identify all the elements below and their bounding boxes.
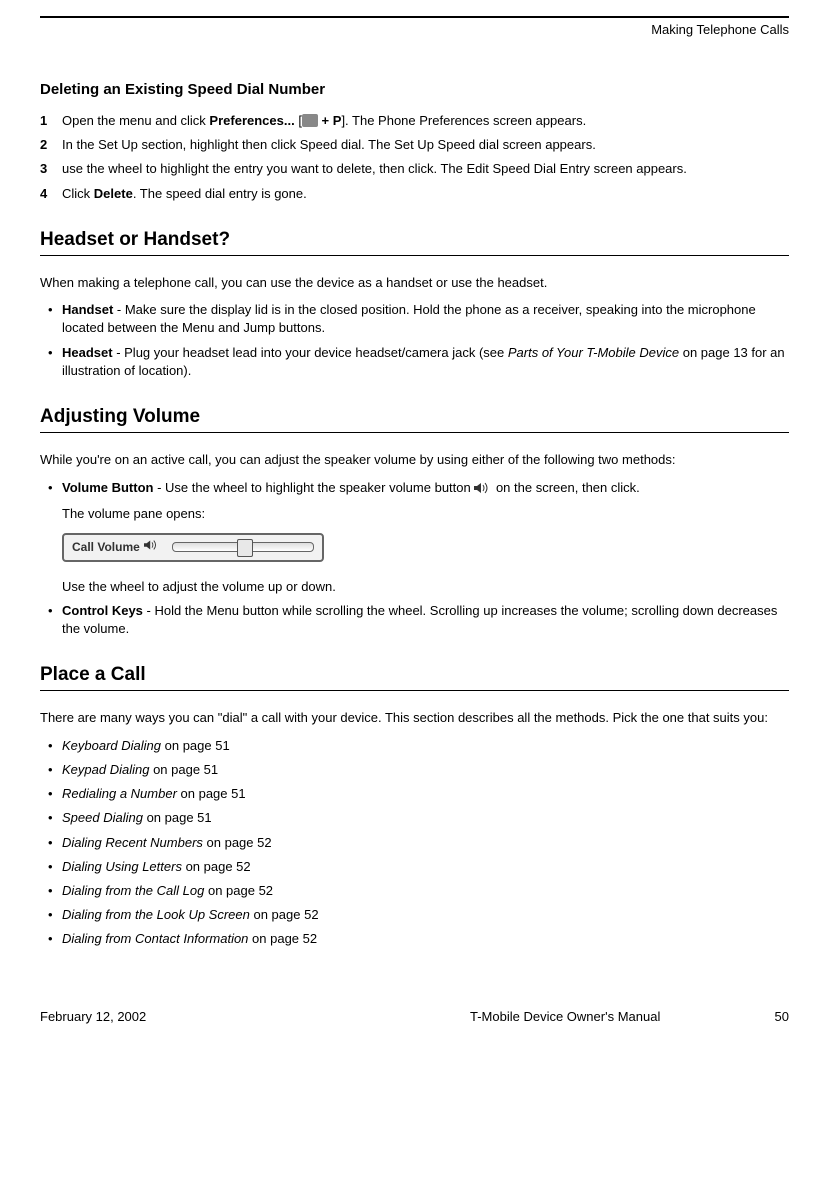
- text: on page 51: [143, 810, 212, 825]
- call-volume-widget: Call Volume: [62, 533, 324, 562]
- heading-place-call: Place a Call: [40, 664, 789, 686]
- step-1: 1 Open the menu and click Preferences...…: [40, 112, 789, 130]
- menu-icon: [302, 114, 318, 127]
- chapter-header: Making Telephone Calls: [40, 22, 789, 37]
- list-item: Headset - Plug your headset lead into yo…: [62, 344, 789, 380]
- heading-delete-speed-dial: Deleting an Existing Speed Dial Number: [40, 81, 789, 98]
- text: on page 52: [250, 907, 319, 922]
- footer-date: February 12, 2002: [40, 1009, 146, 1024]
- list-item: Handset - Make sure the display lid is i…: [62, 301, 789, 337]
- cross-ref: Dialing Using Letters: [62, 859, 182, 874]
- text: Open the menu and click: [62, 113, 209, 128]
- cross-ref: Dialing from Contact Information: [62, 931, 248, 946]
- text: on page 51: [149, 762, 218, 777]
- section-rule: [40, 690, 789, 691]
- top-rule: [40, 16, 789, 18]
- preferences-label: Preferences...: [209, 113, 294, 128]
- step-number: 2: [40, 136, 62, 154]
- list-item-volume-button: Volume Button - Use the wheel to highlig…: [62, 479, 789, 596]
- list-item: Speed Dialing on page 51: [62, 809, 789, 827]
- text: - Hold the Menu button while scrolling t…: [62, 603, 777, 636]
- cross-ref: Parts of Your T-Mobile Device: [508, 345, 679, 360]
- cross-ref: Dialing Recent Numbers: [62, 835, 203, 850]
- list-item: Keyboard Dialing on page 51: [62, 737, 789, 755]
- list-adjusting-volume: Volume Button - Use the wheel to highlig…: [40, 479, 789, 639]
- list-item: Redialing a Number on page 51: [62, 785, 789, 803]
- intro-headset-handset: When making a telephone call, you can us…: [40, 274, 789, 292]
- step-number: 1: [40, 112, 62, 130]
- volume-pane-intro: The volume pane opens:: [62, 505, 789, 523]
- intro-adjusting-volume: While you're on an active call, you can …: [40, 451, 789, 469]
- heading-adjusting-volume: Adjusting Volume: [40, 406, 789, 428]
- step-number: 4: [40, 185, 62, 203]
- steps-delete-speed-dial: 1 Open the menu and click Preferences...…: [40, 112, 789, 203]
- heading-headset-handset: Headset or Handset?: [40, 229, 789, 251]
- text: on page 51: [177, 786, 246, 801]
- step-text: use the wheel to highlight the entry you…: [62, 160, 687, 178]
- intro-place-call: There are many ways you can "dial" a cal…: [40, 709, 789, 727]
- headset-label: Headset: [62, 345, 113, 360]
- footer-manual-title: T-Mobile Device Owner's Manual: [470, 1009, 660, 1024]
- list-item: Dialing Using Letters on page 52: [62, 858, 789, 876]
- step-text: In the Set Up section, highlight then cl…: [62, 136, 596, 154]
- handset-label: Handset: [62, 302, 113, 317]
- list-place-call: Keyboard Dialing on page 51 Keypad Diali…: [40, 737, 789, 949]
- text: ]. The Phone Preferences screen appears.: [341, 113, 586, 128]
- section-rule: [40, 432, 789, 433]
- list-item: Keypad Dialing on page 51: [62, 761, 789, 779]
- list-item-control-keys: Control Keys - Hold the Menu button whil…: [62, 602, 789, 638]
- text: on page 52: [203, 835, 272, 850]
- text: on page 51: [161, 738, 230, 753]
- text: - Plug your headset lead into your devic…: [113, 345, 508, 360]
- list-item: Dialing from the Call Log on page 52: [62, 882, 789, 900]
- list-item: Dialing from the Look Up Screen on page …: [62, 906, 789, 924]
- volume-slider-track: [172, 542, 314, 552]
- text: on the screen, then click.: [492, 480, 639, 495]
- delete-label: Delete: [94, 186, 133, 201]
- speaker-icon: [474, 481, 492, 499]
- text: Click: [62, 186, 94, 201]
- volume-slider-thumb: [237, 539, 253, 557]
- step-text: Open the menu and click Preferences... […: [62, 112, 586, 130]
- step-text: Click Delete. The speed dial entry is go…: [62, 185, 307, 203]
- step-3: 3 use the wheel to highlight the entry y…: [40, 160, 789, 178]
- call-volume-label: Call Volume: [72, 539, 140, 556]
- text: on page 52: [204, 883, 273, 898]
- text: - Use the wheel to highlight the speaker…: [153, 480, 474, 495]
- keyshort: + P: [318, 113, 342, 128]
- text: [: [295, 113, 302, 128]
- section-rule: [40, 255, 789, 256]
- footer-page-number: 50: [775, 1009, 789, 1024]
- list-item: Dialing from Contact Information on page…: [62, 930, 789, 948]
- text: on page 52: [182, 859, 251, 874]
- text: - Make sure the display lid is in the cl…: [62, 302, 756, 335]
- list-item: Dialing Recent Numbers on page 52: [62, 834, 789, 852]
- volume-button-label: Volume Button: [62, 480, 153, 495]
- cross-ref: Redialing a Number: [62, 786, 177, 801]
- control-keys-label: Control Keys: [62, 603, 143, 618]
- text: . The speed dial entry is gone.: [133, 186, 307, 201]
- step-2: 2 In the Set Up section, highlight then …: [40, 136, 789, 154]
- volume-note: Use the wheel to adjust the volume up or…: [62, 578, 789, 596]
- cross-ref: Dialing from the Call Log: [62, 883, 204, 898]
- list-headset-handset: Handset - Make sure the display lid is i…: [40, 301, 789, 380]
- cross-ref: Speed Dialing: [62, 810, 143, 825]
- cross-ref: Keyboard Dialing: [62, 738, 161, 753]
- cross-ref: Keypad Dialing: [62, 762, 149, 777]
- speaker-icon: [144, 539, 160, 556]
- step-number: 3: [40, 160, 62, 178]
- text: on page 52: [248, 931, 317, 946]
- step-4: 4 Click Delete. The speed dial entry is …: [40, 185, 789, 203]
- cross-ref: Dialing from the Look Up Screen: [62, 907, 250, 922]
